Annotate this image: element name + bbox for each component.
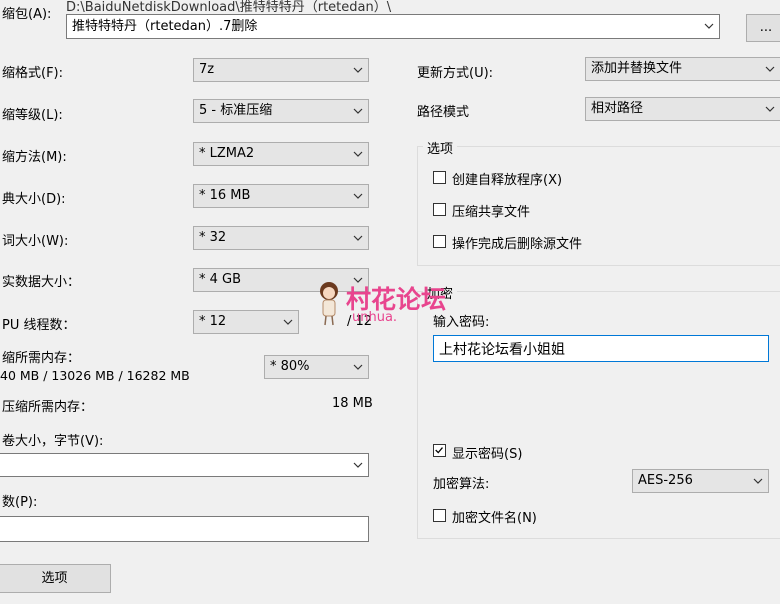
format-value: 7z — [199, 62, 215, 77]
watermark-mascot — [314, 278, 344, 328]
chevron-down-icon — [283, 319, 293, 325]
mem-compress-label: 缩所需内存： — [2, 351, 81, 366]
password-value: 上村花论坛看小姐姐 — [439, 342, 565, 358]
archive-name-value: 推特特特丹（rtetedan）.7删除 — [72, 19, 258, 34]
archive-name-combo[interactable]: 推特特特丹（rtetedan）.7删除 — [66, 14, 720, 39]
shared-label: 压缩共享文件 — [452, 205, 531, 220]
mem-compress-value: * 80% — [270, 359, 310, 374]
word-label: 词大小(W): — [2, 234, 69, 249]
format-select[interactable]: 7z — [193, 58, 369, 82]
dict-label: 典大小(D): — [2, 192, 66, 207]
level-select[interactable]: 5 - 标准压缩 — [193, 99, 369, 123]
threads-value: * 12 — [199, 314, 227, 329]
threads-label: PU 线程数： — [2, 318, 76, 333]
chevron-down-icon — [765, 106, 775, 112]
mem-compress-select[interactable]: * 80% — [264, 355, 369, 379]
chevron-down-icon — [353, 193, 363, 199]
password-input[interactable]: 上村花论坛看小姐姐 — [433, 335, 769, 362]
mem-compress-detail: 40 MB / 13026 MB / 16282 MB — [0, 368, 190, 383]
mem-decompress-value: 18 MB — [332, 396, 373, 411]
solid-label: 实数据大小： — [2, 275, 81, 290]
format-label: 缩格式(F): — [2, 66, 64, 81]
delete-after-label: 操作完成后删除源文件 — [452, 237, 583, 252]
watermark-subtext: unhua. — [352, 310, 398, 325]
shared-checkbox[interactable] — [433, 203, 446, 216]
volume-label: 卷大小，字节(V): — [2, 434, 104, 449]
path-mode-label: 路径模式 — [417, 105, 470, 120]
params-label: 数(P): — [2, 495, 38, 510]
options-button[interactable]: 选项 — [0, 564, 111, 593]
delete-after-checkbox[interactable] — [433, 235, 446, 248]
algo-label: 加密算法: — [433, 477, 490, 492]
chevron-down-icon — [353, 151, 363, 157]
update-label: 更新方式(U): — [417, 66, 494, 81]
params-input[interactable] — [0, 516, 369, 542]
chevron-down-icon — [765, 66, 775, 72]
threads-select[interactable]: * 12 — [193, 310, 299, 334]
path-mode-select[interactable]: 相对路径 — [585, 97, 780, 121]
algo-value: AES-256 — [638, 473, 693, 488]
chevron-down-icon — [753, 478, 763, 484]
chevron-down-icon — [353, 67, 363, 73]
method-select[interactable]: * LZMA2 — [193, 142, 369, 166]
chevron-down-icon — [353, 364, 363, 370]
solid-value: * 4 GB — [199, 272, 242, 287]
chevron-down-icon — [353, 462, 363, 468]
update-select[interactable]: 添加并替换文件 — [585, 57, 780, 81]
show-password-label: 显示密码(S) — [452, 447, 523, 462]
dict-select[interactable]: * 16 MB — [193, 184, 369, 208]
browse-button[interactable]: ... — [746, 14, 780, 42]
chevron-down-icon — [704, 23, 714, 29]
path-mode-value: 相对路径 — [591, 101, 644, 116]
mem-decompress-label: 压缩所需内存： — [2, 400, 94, 415]
chevron-down-icon — [353, 108, 363, 114]
sfx-checkbox[interactable] — [433, 171, 446, 184]
chevron-down-icon — [353, 235, 363, 241]
encrypt-names-label: 加密文件名(N) — [452, 511, 537, 526]
show-password-checkbox[interactable] — [433, 444, 446, 457]
volume-select[interactable] — [0, 453, 369, 477]
method-value: * LZMA2 — [199, 146, 255, 161]
encrypt-names-checkbox[interactable] — [433, 509, 446, 522]
archive-label: 缩包(A): — [2, 7, 52, 22]
checkmark-icon — [435, 447, 443, 454]
dict-value: * 16 MB — [199, 188, 251, 203]
level-value: 5 - 标准压缩 — [199, 103, 273, 118]
options-group-title: 选项 — [423, 138, 458, 157]
update-value: 添加并替换文件 — [591, 61, 683, 76]
sfx-label: 创建自释放程序(X) — [452, 173, 563, 188]
archive-path-hint: D:\BaiduNetdiskDownload\推特特特丹（rtetedan）\ — [66, 0, 392, 15]
level-label: 缩等级(L): — [2, 108, 63, 123]
word-value: * 32 — [199, 230, 227, 245]
algo-select[interactable]: AES-256 — [632, 469, 769, 493]
word-select[interactable]: * 32 — [193, 226, 369, 250]
method-label: 缩方法(M): — [2, 150, 67, 165]
